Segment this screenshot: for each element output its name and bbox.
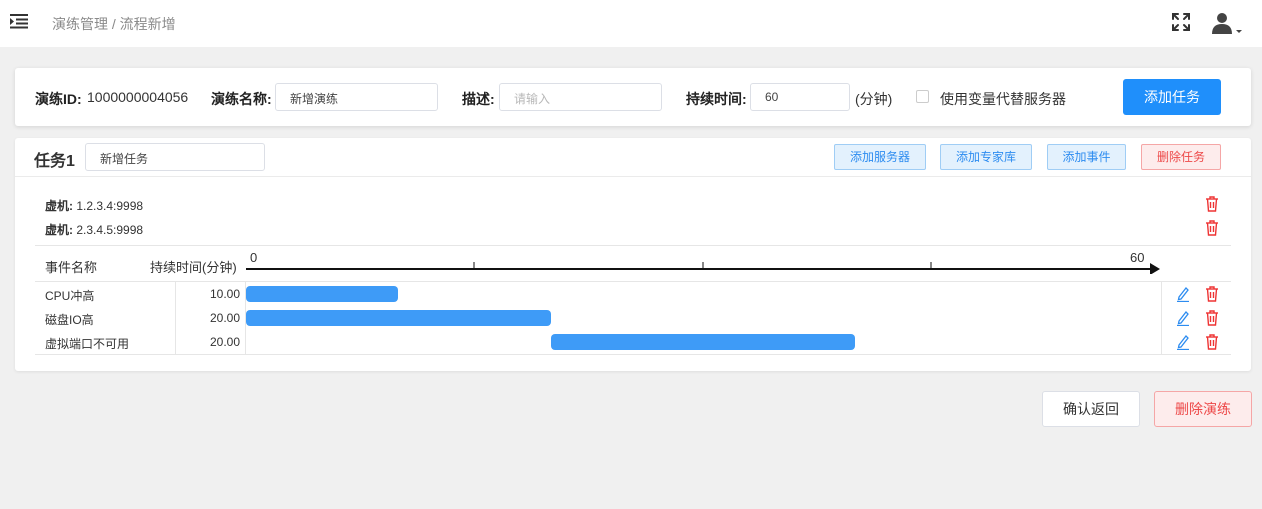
drill-name-label: 演练名称: <box>211 91 272 107</box>
user-icon[interactable] <box>1212 12 1244 36</box>
timeline-bottom-divider <box>35 354 1231 355</box>
edit-event-icon[interactable] <box>1176 286 1190 302</box>
delete-vm-icon[interactable] <box>1205 220 1219 236</box>
delete-event-icon[interactable] <box>1205 334 1219 350</box>
vm-label: 虚机: <box>45 199 73 213</box>
task-title: 任务1 <box>34 153 75 170</box>
event-duration: 20.00 <box>209 311 240 325</box>
drill-info-card: 演练ID: 1000000004056 演练名称: 新增演练 描述: 请输入 持… <box>15 68 1251 126</box>
vm-row: 虚机: 1.2.3.4:9998 <box>45 197 143 214</box>
vm-label: 虚机: <box>45 223 73 237</box>
task-header-divider <box>15 176 1251 177</box>
top-bar: 演练管理 / 流程新增 <box>0 0 1262 47</box>
column-divider <box>1161 281 1162 354</box>
delete-vm-icon[interactable] <box>1205 196 1219 212</box>
breadcrumb: 演练管理 / 流程新增 <box>52 16 176 32</box>
vm-address: 1.2.3.4:9998 <box>76 199 144 213</box>
timeline-header-divider <box>35 281 1231 282</box>
event-duration-bar <box>550 334 856 350</box>
event-duration: 20.00 <box>209 335 240 349</box>
description-input[interactable]: 请输入 <box>499 83 662 111</box>
confirm-back-button[interactable]: 确认返回 <box>1042 391 1140 427</box>
vm-divider <box>35 245 1231 246</box>
task-card: 任务1 新增任务 添加服务器 添加专家库 添加事件 删除任务 虚机: 1.2.3… <box>15 138 1251 371</box>
event-name: CPU冲高 <box>45 289 95 303</box>
event-duration-bar <box>246 286 399 302</box>
add-task-button[interactable]: 添加任务 <box>1123 79 1221 115</box>
event-duration-bar <box>246 310 551 326</box>
delete-drill-button[interactable]: 删除演练 <box>1154 391 1252 427</box>
delete-event-icon[interactable] <box>1205 286 1219 302</box>
timeline-axis <box>246 262 1160 274</box>
add-expert-button[interactable]: 添加专家库 <box>940 144 1032 170</box>
duration-label: 持续时间: <box>686 91 747 107</box>
description-label: 描述: <box>462 91 495 107</box>
menu-fold-icon[interactable] <box>10 13 28 29</box>
col-duration: 持续时间(分钟) <box>150 260 237 275</box>
drill-id-label: 演练ID: <box>35 91 82 107</box>
edit-event-icon[interactable] <box>1176 334 1190 350</box>
event-name: 磁盘IO高 <box>45 313 94 327</box>
vm-row: 虚机: 2.3.4.5:9998 <box>45 221 143 238</box>
event-duration: 10.00 <box>209 287 240 301</box>
drill-id-value: 1000000004056 <box>87 89 189 105</box>
duration-input[interactable]: 60 <box>750 83 850 111</box>
caret-down-icon <box>1236 30 1242 33</box>
delete-event-icon[interactable] <box>1205 310 1219 326</box>
event-name: 虚拟端口不可用 <box>45 337 130 351</box>
duration-unit: (分钟) <box>855 91 893 107</box>
add-event-button[interactable]: 添加事件 <box>1047 144 1126 170</box>
column-divider <box>175 281 176 354</box>
vm-address: 2.3.4.5:9998 <box>76 223 144 237</box>
fullscreen-icon[interactable] <box>1171 12 1191 32</box>
add-server-button[interactable]: 添加服务器 <box>834 144 926 170</box>
delete-task-button[interactable]: 删除任务 <box>1141 144 1221 170</box>
drill-name-input[interactable]: 新增演练 <box>275 83 438 111</box>
task-name-input[interactable]: 新增任务 <box>85 143 265 171</box>
use-variable-checkbox[interactable] <box>916 90 929 103</box>
col-event-name: 事件名称 <box>45 260 98 275</box>
edit-event-icon[interactable] <box>1176 310 1190 326</box>
use-variable-label: 使用变量代替服务器 <box>940 91 1066 107</box>
